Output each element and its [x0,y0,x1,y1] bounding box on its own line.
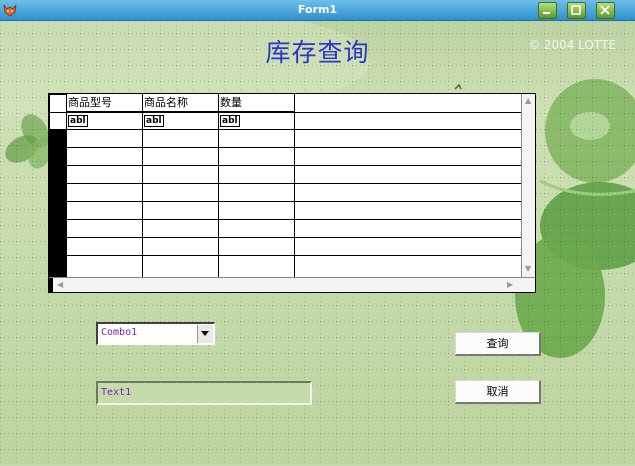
grid-vertical-scrollbar[interactable]: ▲ ▼ [521,94,535,277]
query-button[interactable]: 查询 [455,332,541,356]
cell-textbox-icon[interactable]: abl [220,115,240,127]
record-selector-column[interactable] [49,94,67,277]
maximize-button[interactable] [567,2,586,19]
inventory-grid[interactable]: 商品型号 商品名称 数量 abl abl abl ▲ ▼ ◀ ▶ [48,93,536,293]
chevron-down-icon [201,331,209,336]
scroll-up-icon[interactable]: ▲ [525,96,531,105]
cell-textbox-icon[interactable]: abl [68,115,88,127]
text-input-value: Text1 [101,387,132,398]
combo-box[interactable]: Combo1 [96,322,215,345]
copyright-label: © 2004 LOTTE [528,38,616,52]
record-selector-header [50,95,66,112]
minimize-icon [543,12,550,14]
close-button[interactable] [596,2,615,19]
scroll-left-icon[interactable]: ◀ [57,280,63,289]
close-icon [600,5,610,15]
grid-column-line [218,94,219,277]
grid-table[interactable]: 商品型号 商品名称 数量 abl abl abl [67,94,521,277]
column-header-quantity[interactable]: 数量 [219,94,295,112]
dropdown-button[interactable] [197,325,213,343]
column-header-name[interactable]: 商品名称 [143,94,219,112]
grid-column-line [142,94,143,277]
combo-value: Combo1 [101,327,138,338]
cancel-button[interactable]: 取消 [455,380,541,404]
record-selector-current [50,113,66,129]
scroll-right-icon[interactable]: ▶ [507,280,513,289]
scrollbar-left-edge [49,278,53,292]
grid-horizontal-scrollbar[interactable]: ◀ ▶ [49,277,535,292]
application-window: Form1 库存查询 © 2004 LOTTE 商品型号 商品名称 数量 abl… [0,0,635,466]
title-bar[interactable]: Form1 [0,0,635,21]
grid-column-line [294,94,295,277]
minimize-button[interactable] [538,2,557,19]
column-header-model[interactable]: 商品型号 [67,94,143,112]
text-input[interactable]: Text1 [96,381,312,405]
cell-textbox-icon[interactable]: abl [144,115,164,127]
maximize-icon [571,5,581,15]
form-client-area: 库存查询 © 2004 LOTTE 商品型号 商品名称 数量 abl abl a… [0,21,635,466]
scroll-down-icon[interactable]: ▼ [525,264,531,273]
